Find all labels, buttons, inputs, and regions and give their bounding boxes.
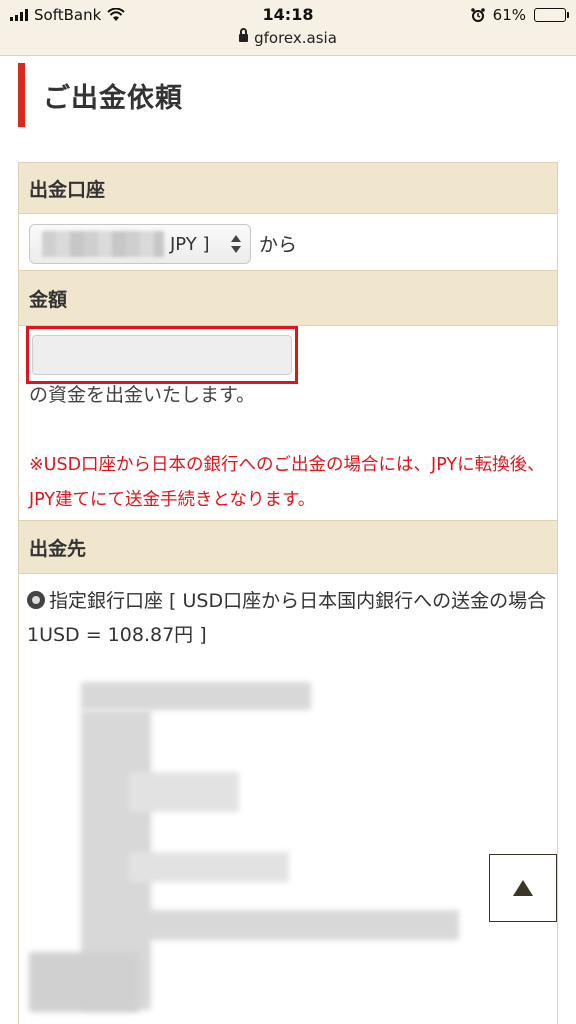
account-select-value: JPY ] [170,233,210,255]
destination-section-body: 指定銀行口座 [ USD口座から日本国内銀行への送金の場合 1USD = 108… [19,574,557,1024]
battery-percent: 61% [492,6,526,24]
account-section-body: JPY ] から [19,214,557,270]
address-bar[interactable]: gforex.asia [0,28,576,47]
account-select[interactable]: JPY ] [29,224,251,264]
alarm-icon [470,8,485,22]
amount-label: 金額 [29,288,68,311]
url-text: gforex.asia [254,29,337,47]
destination-section-header: 出金先 [19,520,557,574]
account-label: 出金口座 [29,178,106,201]
battery-icon [534,8,569,22]
amount-section-header: 金額 [19,270,557,326]
page-heading: ご出金依頼 [18,63,558,127]
amount-input[interactable] [32,335,292,375]
masked-account-number [42,231,164,257]
status-right: 61% [470,6,569,24]
back-to-top-button[interactable] [489,854,557,922]
usd-notice: ※USD口座から日本の銀行へのご出金の場合には、JPYに転換後、JPY建てにて送… [29,455,545,510]
radio-selected-icon[interactable] [27,591,45,609]
account-section-header: 出金口座 [19,162,557,214]
bank-account-option-label: 指定銀行口座 [ USD口座から日本国内銀行への送金の場合 1USD = 108… [27,590,547,646]
triangle-up-icon [513,880,533,896]
select-arrows-icon [230,234,242,254]
amount-suffix: の資金を出金いたします。 [29,384,256,406]
amount-highlight-frame [26,326,298,384]
page-title: ご出金依頼 [43,82,183,114]
account-suffix: から [259,234,298,256]
destination-label: 出金先 [29,537,87,560]
bank-account-option[interactable]: 指定銀行口座 [ USD口座から日本国内銀行への送金の場合 1USD = 108… [27,584,552,652]
status-bar: SoftBank 14:18 gforex.asia 61% [0,0,576,56]
lock-icon [239,28,249,42]
withdrawal-form: 出金口座 JPY ] から 金額 の資金を出金いたします。 ※USD口座から日本… [18,162,558,1024]
amount-section-body: の資金を出金いたします。 ※USD口座から日本の銀行へのご出金の場合には、JPY… [19,326,557,520]
masked-bank-details [29,662,469,1024]
